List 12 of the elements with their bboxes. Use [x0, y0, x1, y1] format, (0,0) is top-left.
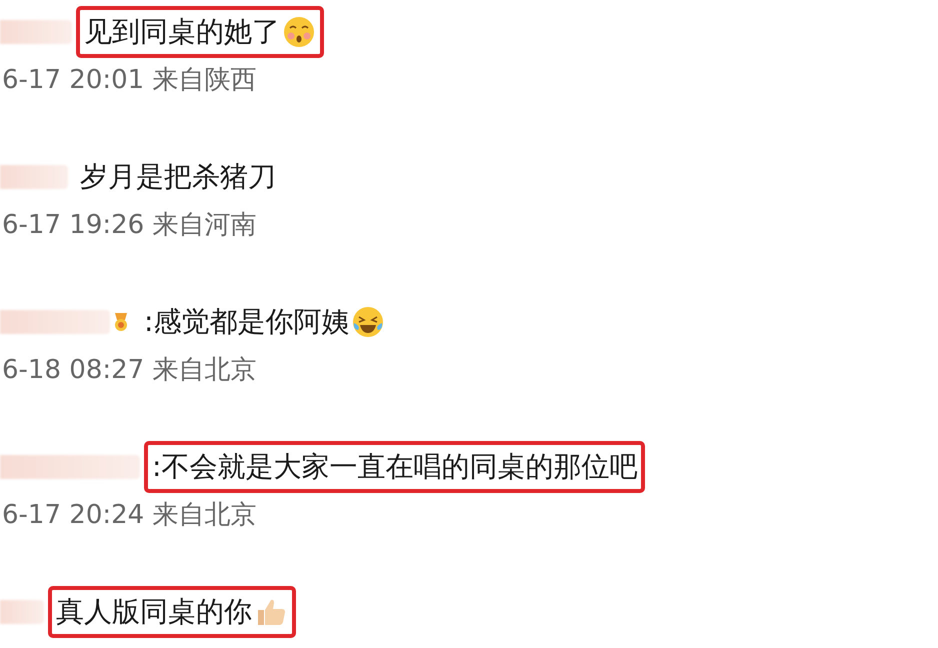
comment-text: 岁月是把杀猪刀 — [80, 159, 276, 195]
comment-text: :不会就是大家一直在唱的同桌的那位吧 — [152, 449, 638, 485]
blurred-name — [0, 20, 72, 44]
comment-meta: 6-17 20:01 来自陕西 — [1, 64, 258, 97]
comment-text: 真人版同桌的你 — [56, 594, 252, 630]
blurred-name — [0, 165, 68, 189]
comment-meta: 6-17 19:26 来自河南 — [1, 209, 258, 242]
comment-text: :感觉都是你阿姨 — [144, 304, 350, 340]
comment-meta: 6-17 20:24 来自北京 — [1, 499, 258, 532]
blurred-name — [0, 600, 44, 624]
comment-meta: 6-18 08:27 来自北京 — [1, 354, 258, 387]
comment-text: 见到同桌的她了 — [84, 14, 280, 50]
